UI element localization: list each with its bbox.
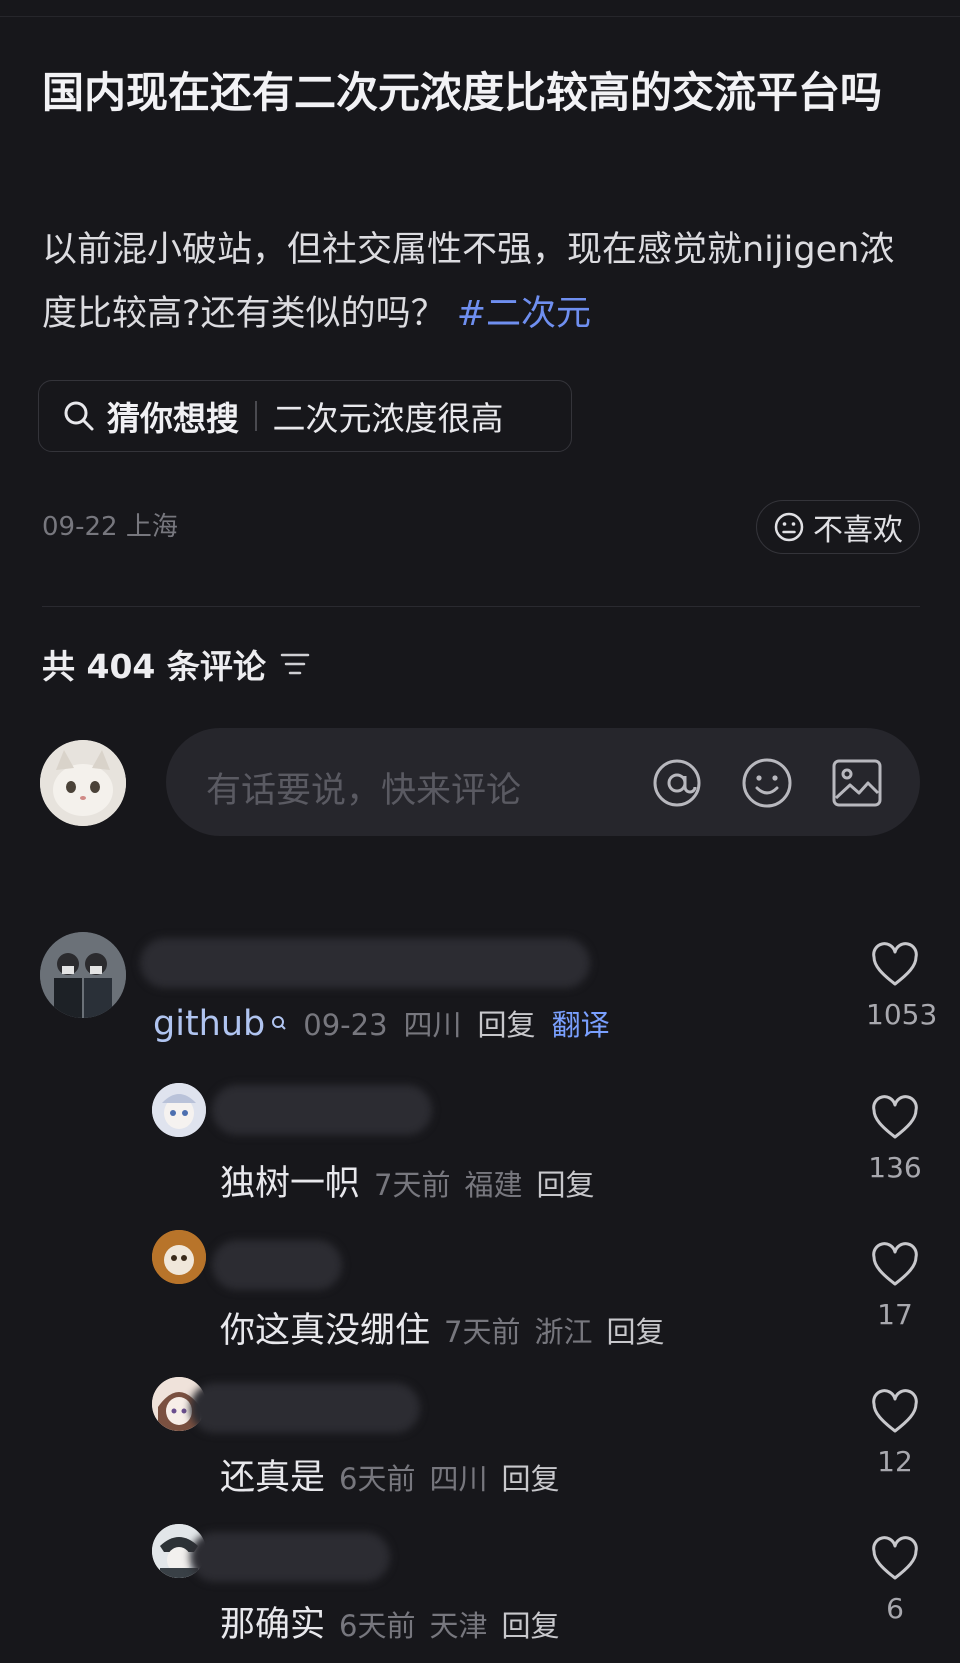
- like-button[interactable]: 136: [866, 1095, 924, 1184]
- translate-button[interactable]: 翻译: [552, 1002, 610, 1044]
- reply-author-redacted: [190, 1383, 420, 1433]
- reply-location: 四川: [429, 1462, 488, 1496]
- author-search-icon: [272, 1016, 286, 1030]
- comment-input-placeholder: 有话要说，快来评论: [206, 771, 522, 811]
- reply-author-redacted: [212, 1085, 432, 1135]
- commenter-name-redacted: [140, 938, 590, 988]
- guess-search-term: 二次元浓度很高: [272, 399, 504, 438]
- heart-icon: [872, 1095, 918, 1139]
- like-button[interactable]: 1053: [866, 942, 938, 1031]
- reply-button[interactable]: 回复: [536, 1162, 594, 1204]
- filter-icon[interactable]: [280, 651, 310, 677]
- post-meta: 09-22 上海: [42, 506, 178, 543]
- reply-content-line: 你这真没绷住 7天前 浙江 回复: [220, 1302, 665, 1353]
- reply-time: 7天前: [444, 1315, 521, 1349]
- like-button[interactable]: 6: [866, 1536, 924, 1625]
- heart-icon: [872, 1242, 918, 1286]
- comment-meta-line: github 09-23 四川 回复 翻译: [153, 1002, 610, 1044]
- comments-count-header: 共 404 条评论: [42, 640, 310, 688]
- heart-icon: [872, 1389, 918, 1433]
- my-avatar[interactable]: [40, 740, 126, 826]
- post-title: 国内现在还有二次元浓度比较高的交流平台吗: [42, 68, 883, 117]
- top-divider: [0, 16, 960, 17]
- post-description: 以前混小破站，但社交属性不强，现在感觉就nijigen浓度比较高?还有类似的吗？…: [42, 218, 922, 346]
- comment-author-name: github: [153, 1004, 266, 1044]
- dislike-button[interactable]: 不喜欢: [756, 500, 920, 554]
- comments-count: 共 404 条评论: [42, 647, 266, 686]
- comment-author[interactable]: github: [153, 1004, 287, 1044]
- reply-time: 6天前: [339, 1462, 416, 1496]
- reply-content-line: 还真是 6天前 四川 回复: [220, 1449, 560, 1500]
- post-date: 09-22: [42, 512, 118, 542]
- like-button[interactable]: 12: [866, 1389, 924, 1478]
- reply-text: 那确实: [220, 1605, 326, 1645]
- search-icon: [64, 401, 94, 431]
- reply-location: 天津: [429, 1609, 488, 1643]
- heart-icon: [872, 942, 918, 986]
- comment-location: 四川: [403, 1008, 462, 1042]
- reply-button[interactable]: 回复: [501, 1456, 559, 1498]
- guess-search-chip[interactable]: 猜你想搜 二次元浓度很高: [38, 380, 572, 452]
- avatar-photo: [40, 932, 126, 1018]
- reply-content-line: 独树一帜 7天前 福建 回复: [220, 1155, 595, 1206]
- dislike-label: 不喜欢: [813, 513, 903, 548]
- reply-author-redacted: [212, 1240, 342, 1290]
- emoji-icon[interactable]: [740, 756, 794, 810]
- like-count: 1053: [866, 998, 938, 1031]
- cat-avatar-image: [40, 740, 126, 826]
- like-count: 6: [886, 1592, 904, 1625]
- image-icon[interactable]: [830, 756, 884, 810]
- reply-time: 7天前: [374, 1168, 451, 1202]
- comment-input[interactable]: 有话要说，快来评论: [166, 728, 920, 836]
- guess-search-label: 猜你想搜: [107, 399, 239, 438]
- reply-button[interactable]: 回复: [478, 1002, 536, 1044]
- reply-button[interactable]: 回复: [606, 1309, 664, 1351]
- reply-text: 还真是: [220, 1458, 326, 1498]
- like-count: 136: [868, 1151, 922, 1184]
- reply-location: 福建: [464, 1168, 523, 1202]
- reply-author-redacted: [190, 1532, 390, 1582]
- reply-time: 6天前: [339, 1609, 416, 1643]
- reply-avatar[interactable]: [152, 1083, 206, 1137]
- reply-button[interactable]: 回复: [501, 1603, 559, 1645]
- like-button[interactable]: 17: [866, 1242, 924, 1331]
- section-divider: [42, 606, 920, 607]
- avatar-anime-image: [152, 1083, 206, 1137]
- commenter-avatar[interactable]: [40, 932, 126, 1018]
- reply-text: 独树一帜: [220, 1164, 361, 1204]
- reply-location: 浙江: [534, 1315, 593, 1349]
- like-count: 12: [877, 1445, 913, 1478]
- guess-search-separator: [255, 401, 257, 431]
- like-count: 17: [877, 1298, 913, 1331]
- hashtag-link[interactable]: #二次元: [457, 294, 591, 334]
- reply-text: 你这真没绷住: [220, 1311, 431, 1351]
- avatar-animal-image: [152, 1230, 206, 1284]
- reply-content-line: 那确实 6天前 天津 回复: [220, 1596, 560, 1647]
- at-icon[interactable]: [650, 756, 704, 810]
- neutral-face-icon: [774, 512, 804, 542]
- post-location: 上海: [125, 512, 178, 542]
- heart-icon: [872, 1536, 918, 1580]
- comment-date: 09-23: [303, 1008, 388, 1042]
- reply-avatar[interactable]: [152, 1230, 206, 1284]
